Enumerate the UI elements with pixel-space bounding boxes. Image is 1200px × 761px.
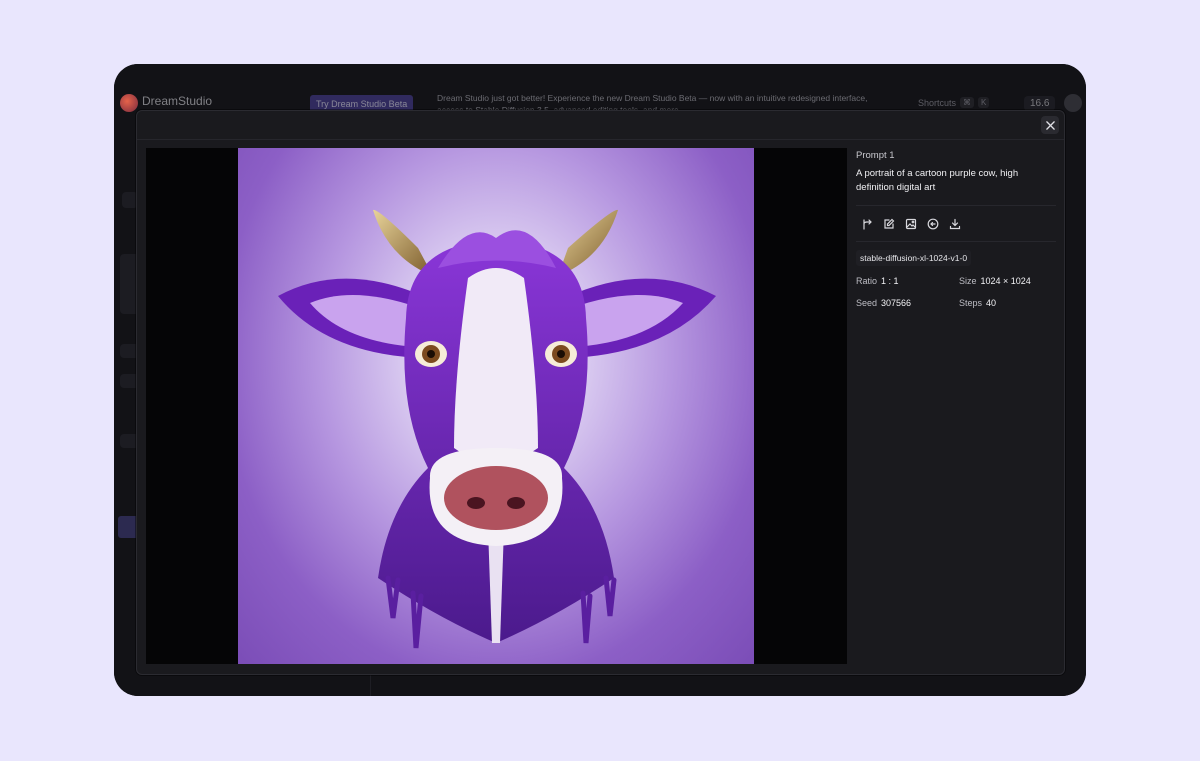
divider: [856, 205, 1056, 206]
size-label: Size: [959, 276, 977, 286]
image-viewer: [146, 148, 847, 664]
image-button[interactable]: [903, 216, 919, 232]
shortcut-key-cmd: ⌘: [960, 97, 975, 108]
avatar[interactable]: [1064, 94, 1082, 112]
edit-icon: [884, 218, 895, 229]
seed-label: Seed: [856, 298, 878, 308]
prompt-label: Prompt 1: [856, 150, 895, 161]
back-circle-icon: [927, 218, 939, 230]
close-icon: [1045, 120, 1055, 130]
reuse-button[interactable]: [925, 216, 941, 232]
seed-value: 307566: [881, 298, 912, 308]
shortcut-key-k: K: [978, 97, 990, 108]
prompt-text: A portrait of a cartoon purple cow, high…: [856, 168, 1019, 193]
ratio-value: 1 : 1: [881, 276, 899, 286]
steps-value: 40: [986, 298, 997, 308]
logo-icon: [120, 94, 138, 112]
branch-button[interactable]: [859, 216, 875, 232]
device-frame: DreamStudio Try Dream Studio Beta Dream …: [114, 64, 1086, 696]
image-info-panel: Prompt 1 A portrait of a cartoon purple …: [856, 148, 1056, 308]
image-icon: [905, 218, 917, 230]
brand-name: DreamStudio: [142, 94, 213, 108]
credits-badge[interactable]: 16.6: [1024, 96, 1056, 111]
size-value: 1024 × 1024: [980, 276, 1031, 286]
download-icon: [949, 218, 961, 230]
image-actions: [859, 216, 1056, 232]
steps-label: Steps: [959, 298, 983, 308]
image-detail-modal: Prompt 1 A portrait of a cartoon purple …: [136, 110, 1065, 675]
ratio-label: Ratio: [856, 276, 878, 286]
divider: [856, 241, 1056, 242]
branch-icon: [863, 219, 872, 230]
modal-header: [137, 111, 1064, 140]
image-metadata: Ratio 1 : 1 Size 1024 × 1024 Seed 307566 St…: [856, 276, 1056, 308]
download-button[interactable]: [947, 216, 963, 232]
model-tag: stable-diffusion-xl-1024-v1-0: [856, 250, 972, 266]
edit-button[interactable]: [881, 216, 897, 232]
shortcuts-label: Shortcuts: [918, 97, 957, 108]
shortcuts-button[interactable]: Shortcuts ⌘ K: [918, 97, 990, 108]
generated-image[interactable]: [238, 148, 754, 664]
beta-label: Try Dream Studio Beta: [316, 99, 408, 109]
cow-illustration: [278, 209, 716, 649]
close-button[interactable]: [1041, 116, 1059, 134]
